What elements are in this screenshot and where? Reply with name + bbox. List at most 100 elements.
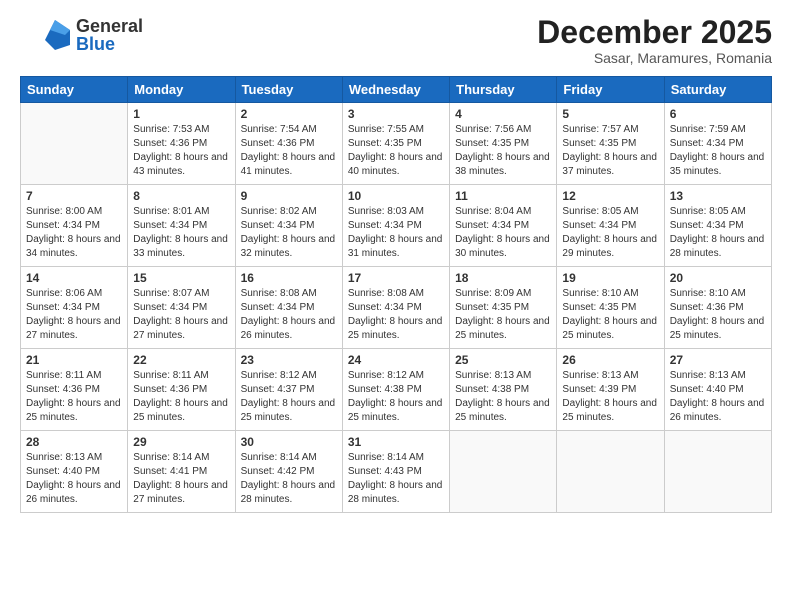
day-info: Sunrise: 8:12 AMSunset: 4:38 PMDaylight:… [348,369,444,425]
page: General Blue December 2025 Sasar, Maramu… [0,0,792,612]
calendar-week-1: 7 Sunrise: 8:00 AMSunset: 4:34 PMDaylight… [21,185,772,267]
calendar-cell: 31 Sunrise: 8:14 AMSunset: 4:43 PMDayligh… [342,431,449,513]
col-header-saturday: Saturday [664,77,771,103]
day-number: 17 [348,271,444,285]
day-info: Sunrise: 8:03 AMSunset: 4:34 PMDaylight:… [348,205,444,261]
calendar-cell: 2 Sunrise: 7:54 AMSunset: 4:36 PMDaylight… [235,103,342,185]
calendar-cell: 27 Sunrise: 8:13 AMSunset: 4:40 PMDayligh… [664,349,771,431]
col-header-friday: Friday [557,77,664,103]
day-number: 29 [133,435,229,449]
calendar-week-4: 28Sunrise: 8:13 AMSunset: 4:40 PMDayligh… [21,431,772,513]
day-info: Sunrise: 8:11 AMSunset: 4:36 PMDaylight:… [26,369,122,425]
calendar-week-3: 21Sunrise: 8:11 AMSunset: 4:36 PMDayligh… [21,349,772,431]
calendar-cell: 21Sunrise: 8:11 AMSunset: 4:36 PMDayligh… [21,349,128,431]
logo-general: General [76,17,143,35]
day-number: 5 [562,107,658,121]
day-info: Sunrise: 8:14 AMSunset: 4:42 PMDaylight:… [241,451,337,507]
calendar-cell: 22Sunrise: 8:11 AMSunset: 4:36 PMDayligh… [128,349,235,431]
logo: General Blue [20,15,143,55]
calendar-cell: 19Sunrise: 8:10 AMSunset: 4:35 PMDayligh… [557,267,664,349]
day-number: 16 [241,271,337,285]
col-header-monday: Monday [128,77,235,103]
location: Sasar, Maramures, Romania [537,50,772,66]
day-number: 20 [670,271,766,285]
day-number: 23 [241,353,337,367]
day-number: 30 [241,435,337,449]
calendar-cell: 30 Sunrise: 8:14 AMSunset: 4:42 PMDayligh… [235,431,342,513]
day-number: 2 [241,107,337,121]
day-info: Sunrise: 7:55 AMSunset: 4:35 PMDaylight:… [348,123,444,179]
day-info: Sunrise: 8:08 AMSunset: 4:34 PMDaylight:… [348,287,444,343]
day-number: 31 [348,435,444,449]
day-info: Sunrise: 8:14 AMSunset: 4:43 PMDaylight:… [348,451,444,507]
calendar-cell: 7 Sunrise: 8:00 AMSunset: 4:34 PMDaylight… [21,185,128,267]
calendar-cell: 3 Sunrise: 7:55 AMSunset: 4:35 PMDaylight… [342,103,449,185]
day-number: 13 [670,189,766,203]
day-info: Sunrise: 8:07 AMSunset: 4:34 PMDaylight:… [133,287,229,343]
calendar-cell: 11 Sunrise: 8:04 AMSunset: 4:34 PMDayligh… [450,185,557,267]
day-info: Sunrise: 8:09 AMSunset: 4:35 PMDaylight:… [455,287,551,343]
day-info: Sunrise: 7:56 AMSunset: 4:35 PMDaylight:… [455,123,551,179]
day-info: Sunrise: 8:05 AMSunset: 4:34 PMDaylight:… [562,205,658,261]
day-info: Sunrise: 8:04 AMSunset: 4:34 PMDaylight:… [455,205,551,261]
day-info: Sunrise: 8:13 AMSunset: 4:39 PMDaylight:… [562,369,658,425]
day-number: 15 [133,271,229,285]
day-info: Sunrise: 8:13 AMSunset: 4:40 PMDaylight:… [670,369,766,425]
day-number: 3 [348,107,444,121]
calendar-cell: 4Sunrise: 7:56 AMSunset: 4:35 PMDaylight… [450,103,557,185]
calendar-cell: 26Sunrise: 8:13 AMSunset: 4:39 PMDayligh… [557,349,664,431]
day-number: 10 [348,189,444,203]
day-number: 7 [26,189,122,203]
title-block: December 2025 Sasar, Maramures, Romania [537,15,772,66]
day-number: 25 [455,353,551,367]
calendar-cell: 25Sunrise: 8:13 AMSunset: 4:38 PMDayligh… [450,349,557,431]
day-info: Sunrise: 7:53 AMSunset: 4:36 PMDaylight:… [133,123,229,179]
calendar-cell [450,431,557,513]
calendar-cell: 20 Sunrise: 8:10 AMSunset: 4:36 PMDayligh… [664,267,771,349]
calendar-cell: 23Sunrise: 8:12 AMSunset: 4:37 PMDayligh… [235,349,342,431]
day-info: Sunrise: 8:08 AMSunset: 4:34 PMDaylight:… [241,287,337,343]
calendar-cell: 29 Sunrise: 8:14 AMSunset: 4:41 PMDayligh… [128,431,235,513]
day-info: Sunrise: 8:14 AMSunset: 4:41 PMDaylight:… [133,451,229,507]
calendar-cell: 17 Sunrise: 8:08 AMSunset: 4:34 PMDayligh… [342,267,449,349]
logo-icon [20,15,70,55]
calendar-cell: 12Sunrise: 8:05 AMSunset: 4:34 PMDayligh… [557,185,664,267]
calendar-week-0: 1 Sunrise: 7:53 AMSunset: 4:36 PMDaylight… [21,103,772,185]
day-number: 11 [455,189,551,203]
day-info: Sunrise: 8:06 AMSunset: 4:34 PMDaylight:… [26,287,122,343]
day-number: 1 [133,107,229,121]
calendar-cell: 9Sunrise: 8:02 AMSunset: 4:34 PMDaylight… [235,185,342,267]
calendar-cell: 18 Sunrise: 8:09 AMSunset: 4:35 PMDayligh… [450,267,557,349]
header: General Blue December 2025 Sasar, Maramu… [20,15,772,66]
day-info: Sunrise: 8:13 AMSunset: 4:40 PMDaylight:… [26,451,122,507]
calendar-table: SundayMondayTuesdayWednesdayThursdayFrid… [20,76,772,513]
calendar-cell: 10 Sunrise: 8:03 AMSunset: 4:34 PMDayligh… [342,185,449,267]
day-info: Sunrise: 8:02 AMSunset: 4:34 PMDaylight:… [241,205,337,261]
logo-text: General Blue [76,17,143,53]
day-info: Sunrise: 8:00 AMSunset: 4:34 PMDaylight:… [26,205,122,261]
calendar-cell: 15 Sunrise: 8:07 AMSunset: 4:34 PMDayligh… [128,267,235,349]
day-info: Sunrise: 7:54 AMSunset: 4:36 PMDaylight:… [241,123,337,179]
calendar-cell: 14Sunrise: 8:06 AMSunset: 4:34 PMDayligh… [21,267,128,349]
day-number: 27 [670,353,766,367]
day-info: Sunrise: 7:57 AMSunset: 4:35 PMDaylight:… [562,123,658,179]
day-info: Sunrise: 8:05 AMSunset: 4:34 PMDaylight:… [670,205,766,261]
day-info: Sunrise: 8:10 AMSunset: 4:36 PMDaylight:… [670,287,766,343]
calendar-cell: 8Sunrise: 8:01 AMSunset: 4:34 PMDaylight… [128,185,235,267]
calendar-cell: 24 Sunrise: 8:12 AMSunset: 4:38 PMDayligh… [342,349,449,431]
day-number: 18 [455,271,551,285]
day-info: Sunrise: 7:59 AMSunset: 4:34 PMDaylight:… [670,123,766,179]
calendar-cell: 16 Sunrise: 8:08 AMSunset: 4:34 PMDayligh… [235,267,342,349]
day-number: 19 [562,271,658,285]
month-title: December 2025 [537,15,772,50]
calendar-cell [557,431,664,513]
col-header-sunday: Sunday [21,77,128,103]
calendar-header-row: SundayMondayTuesdayWednesdayThursdayFrid… [21,77,772,103]
day-number: 6 [670,107,766,121]
col-header-wednesday: Wednesday [342,77,449,103]
logo-blue: Blue [76,35,143,53]
calendar-cell: 28Sunrise: 8:13 AMSunset: 4:40 PMDayligh… [21,431,128,513]
calendar-week-2: 14Sunrise: 8:06 AMSunset: 4:34 PMDayligh… [21,267,772,349]
day-number: 24 [348,353,444,367]
day-number: 22 [133,353,229,367]
